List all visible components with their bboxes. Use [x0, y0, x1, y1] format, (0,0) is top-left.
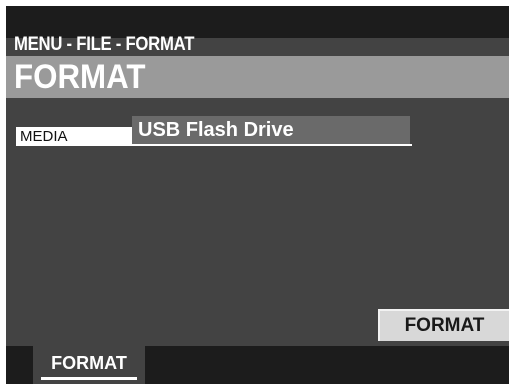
media-select[interactable]: USB Flash Drive [132, 116, 410, 144]
media-label: MEDIA [20, 128, 68, 145]
tab-format-label: FORMAT [51, 353, 127, 373]
title-bar: FORMAT [6, 56, 509, 98]
media-value: USB Flash Drive [138, 119, 294, 141]
function-bar: FORMAT [6, 346, 509, 384]
format-button[interactable]: FORMAT [378, 309, 509, 341]
media-underline [16, 144, 412, 146]
tab-format-underline [41, 377, 137, 380]
display-screen: MENU - FILE - FORMAT FORMAT MEDIA USB Fl… [6, 6, 509, 384]
page-title: FORMAT [14, 58, 146, 96]
tab-format[interactable]: FORMAT [33, 346, 145, 384]
breadcrumb: MENU - FILE - FORMAT [14, 34, 195, 55]
